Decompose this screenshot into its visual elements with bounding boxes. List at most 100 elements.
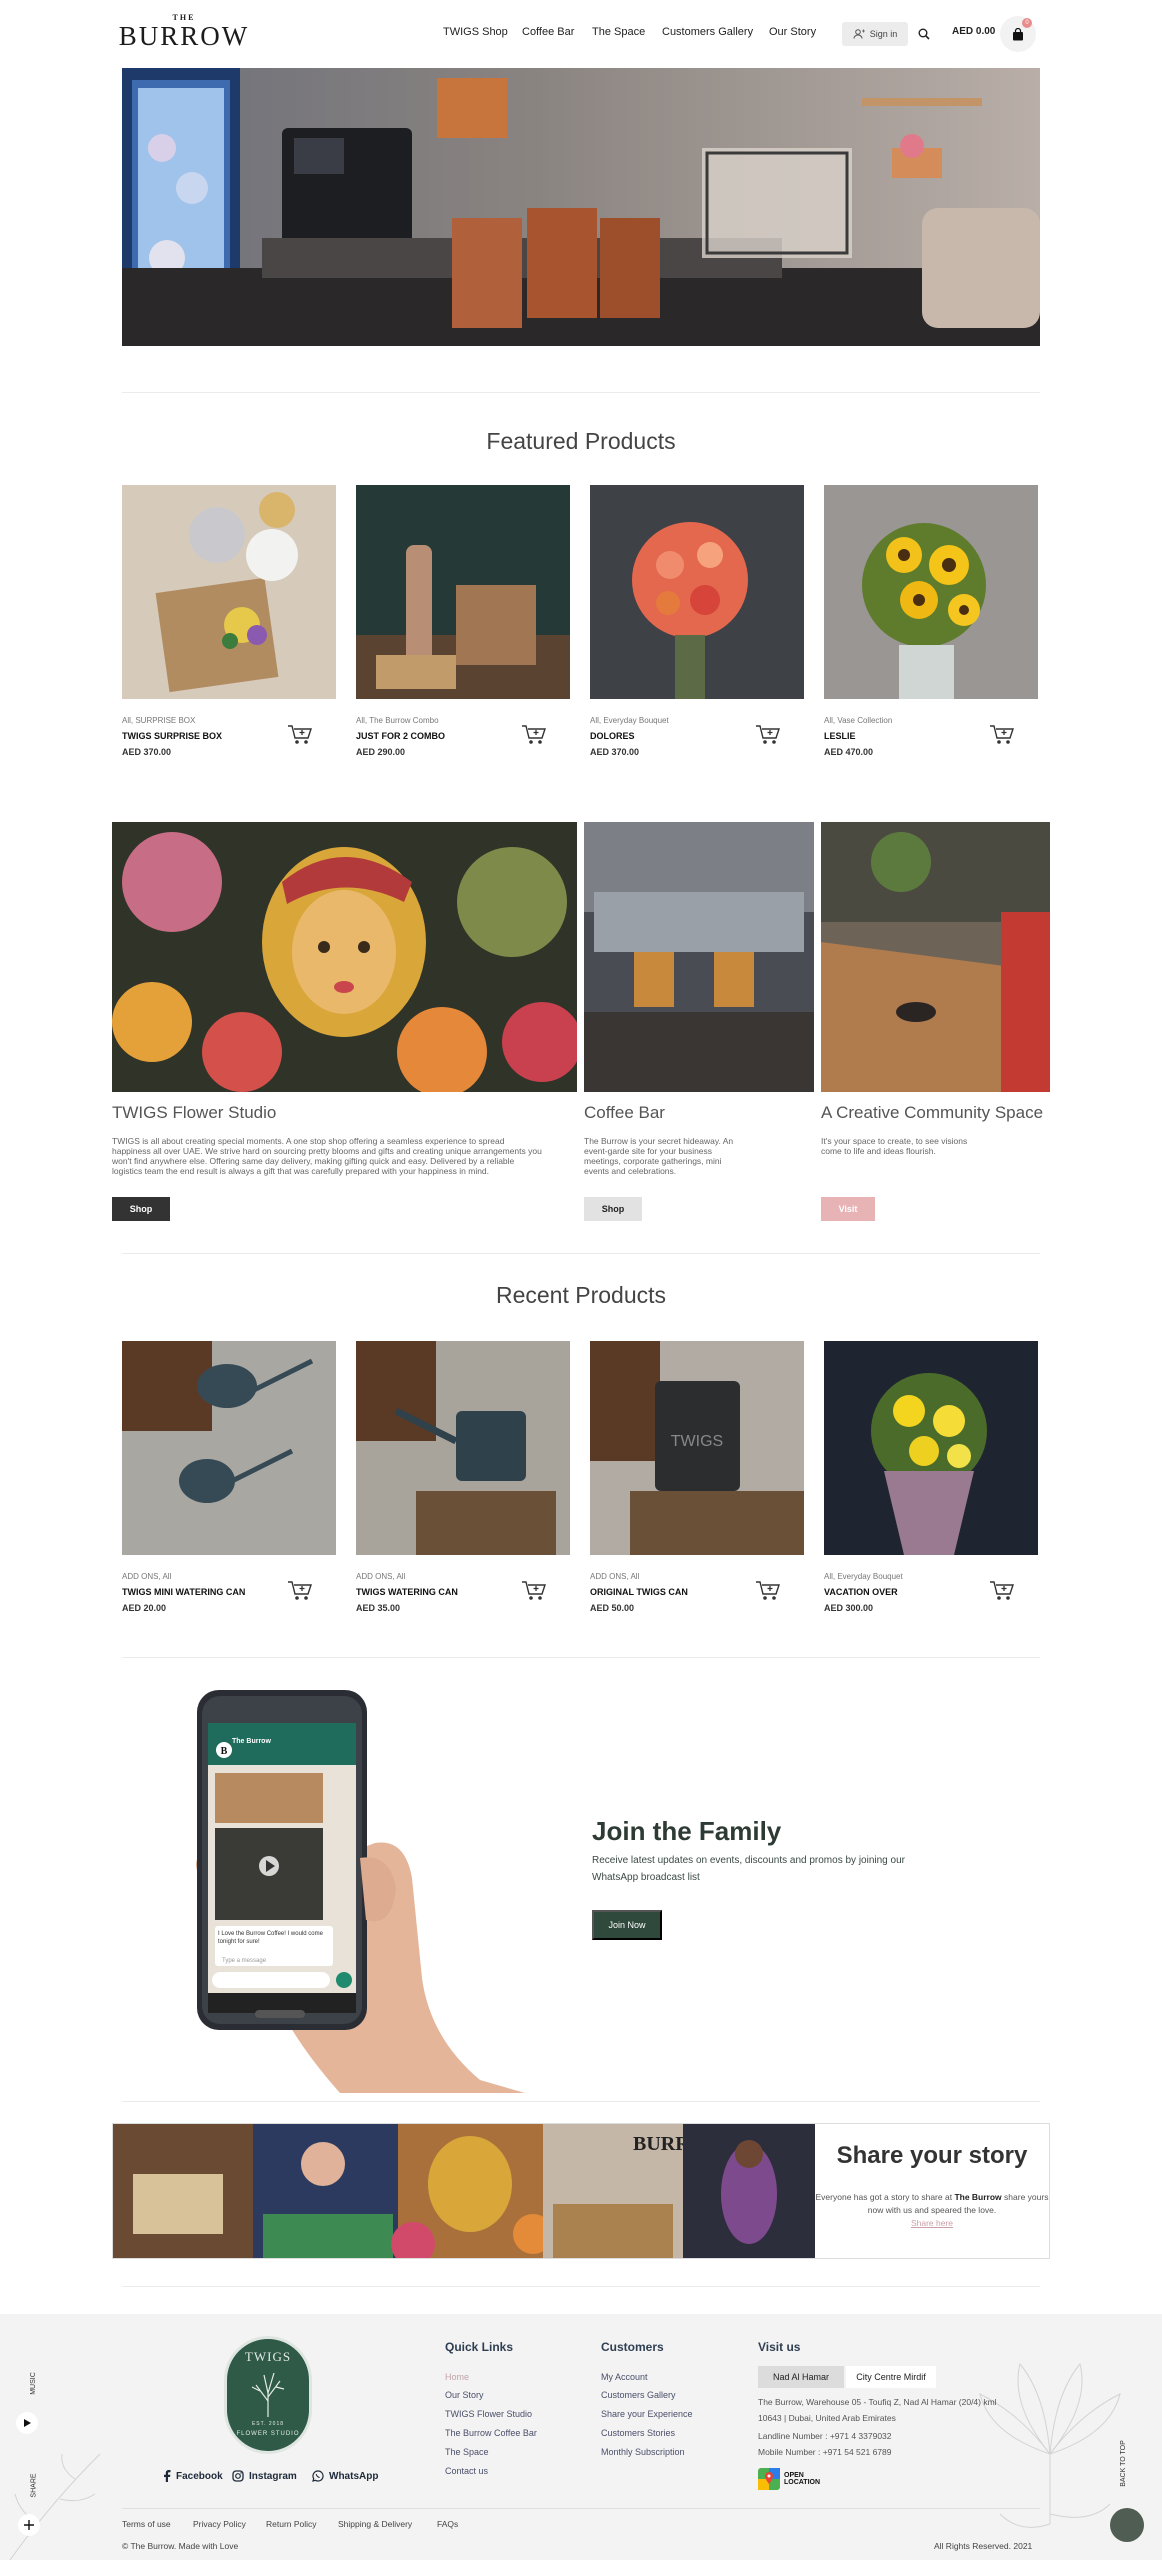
add-to-cart-icon[interactable] [755, 724, 781, 746]
nav-customers-gallery[interactable]: Customers Gallery [662, 26, 753, 38]
footer-link-the-space[interactable]: The Space [445, 2447, 489, 2457]
product-category[interactable]: All, SURPRISE BOX [122, 716, 195, 725]
footer-link-home[interactable]: Home [445, 2372, 469, 2382]
add-to-cart-icon[interactable] [989, 724, 1015, 746]
product-category[interactable]: ADD ONS, All [122, 1572, 171, 1581]
footer-link-flower-studio[interactable]: TWIGS Flower Studio [445, 2409, 532, 2419]
sign-in-button[interactable]: Sign in [842, 22, 908, 46]
share-here-link[interactable]: Share here [911, 2218, 953, 2228]
footer-link-my-account[interactable]: My Account [601, 2372, 648, 2382]
store-address: The Burrow, Warehouse 05 - Toufiq Z, Nad… [758, 2397, 997, 2423]
community-table-photo [821, 822, 1050, 1092]
footer-link-coffee-bar[interactable]: The Burrow Coffee Bar [445, 2428, 537, 2438]
community-space-image[interactable] [821, 822, 1050, 1092]
coffee-bar-shop-button[interactable]: Shop [584, 1197, 642, 1221]
instagram-link[interactable]: Instagram [232, 2470, 297, 2482]
dolores-bouquet-photo [590, 485, 804, 699]
nav-coffee-bar[interactable]: Coffee Bar [522, 26, 574, 38]
nav-twigs-shop[interactable]: TWIGS Shop [443, 26, 508, 38]
nav-our-story[interactable]: Our Story [769, 26, 816, 38]
product-name[interactable]: DOLORES [590, 731, 635, 741]
plus-icon [24, 2520, 34, 2530]
product-name[interactable]: JUST FOR 2 COMBO [356, 731, 445, 741]
product-name[interactable]: TWIGS SURPRISE BOX [122, 731, 222, 741]
footer-link-customers-stories[interactable]: Customers Stories [601, 2428, 675, 2438]
product-category[interactable]: All, Vase Collection [824, 716, 892, 725]
product-category[interactable]: ADD ONS, All [590, 1572, 639, 1581]
footer-link-faqs[interactable]: FAQs [437, 2519, 458, 2529]
add-to-cart-icon[interactable] [521, 1580, 547, 1602]
svg-text:TWIGS: TWIGS [671, 1433, 723, 1450]
back-to-top-button[interactable] [1110, 2508, 1144, 2542]
add-to-cart-icon[interactable] [521, 724, 547, 746]
share-story-brand: The Burrow [954, 2192, 1002, 2202]
user-icon [853, 29, 865, 39]
mini-watering-can-photo [122, 1341, 336, 1555]
phone-input-placeholder: Type a message [222, 1958, 267, 1964]
hero-banner [122, 68, 1040, 346]
product-image[interactable] [824, 1341, 1038, 1555]
share-button[interactable] [18, 2514, 40, 2536]
add-to-cart-icon[interactable] [755, 1580, 781, 1602]
product-image[interactable] [590, 485, 804, 699]
whatsapp-link[interactable]: WhatsApp [312, 2470, 378, 2482]
product-image[interactable] [122, 1341, 336, 1555]
add-to-cart-icon[interactable] [287, 724, 313, 746]
music-play-button[interactable] [16, 2412, 38, 2434]
open-location-link[interactable]: OPEN LOCATION [758, 2468, 824, 2490]
product-category[interactable]: All, The Burrow Combo [356, 716, 439, 725]
join-now-button[interactable]: Join Now [592, 1910, 662, 1940]
product-name[interactable]: ORIGINAL TWIGS CAN [590, 1587, 688, 1597]
instagram-label: Instagram [249, 2470, 297, 2482]
category-description: It's your space to create, to see vision… [821, 1136, 968, 1156]
footer-link-contact[interactable]: Contact us [445, 2466, 488, 2476]
add-to-cart-icon[interactable] [287, 1580, 313, 1602]
product-image[interactable] [356, 1341, 570, 1555]
product-image[interactable] [356, 485, 570, 699]
product-name[interactable]: VACATION OVER [824, 1587, 898, 1597]
sign-in-label: Sign in [869, 29, 898, 39]
facebook-link[interactable]: Facebook [162, 2470, 223, 2482]
shopping-bag-icon [1013, 27, 1023, 40]
product-image[interactable]: TWIGS [590, 1341, 804, 1555]
flower-wall-photo [112, 822, 577, 1092]
footer-link-share-experience[interactable]: Share your Experience [601, 2409, 693, 2419]
product-image[interactable] [824, 485, 1038, 699]
footer-link-customers-gallery[interactable]: Customers Gallery [601, 2390, 676, 2400]
coffee-bar-image[interactable] [584, 822, 814, 1092]
footer-link-privacy[interactable]: Privacy Policy [193, 2519, 246, 2529]
product-name[interactable]: LESLIE [824, 731, 856, 741]
footer-link-monthly-subscription[interactable]: Monthly Subscription [601, 2447, 685, 2457]
category-title: A Creative Community Space [821, 1103, 1044, 1122]
vacation-over-bouquet-photo [824, 1341, 1038, 1555]
product-name[interactable]: TWIGS WATERING CAN [356, 1587, 458, 1597]
combo-photo [356, 485, 570, 699]
logo[interactable]: THE BURROW [116, 14, 252, 51]
play-icon [24, 2419, 31, 2427]
footer-link-our-story[interactable]: Our Story [445, 2390, 484, 2400]
map-pin-icon [758, 2468, 780, 2490]
footer-link-return[interactable]: Return Policy [266, 2519, 317, 2529]
featured-products-title: Featured Products [486, 428, 676, 454]
product-category[interactable]: ADD ONS, All [356, 1572, 405, 1581]
community-space-visit-button[interactable]: Visit [821, 1197, 875, 1221]
product-category[interactable]: All, Everyday Bouquet [824, 1572, 903, 1581]
search-icon[interactable] [918, 28, 930, 40]
tab-nad-al-hamar[interactable]: Nad Al Hamar [758, 2366, 844, 2388]
product-image[interactable] [122, 485, 336, 699]
product-category[interactable]: All, Everyday Bouquet [590, 716, 669, 725]
footer-link-shipping[interactable]: Shipping & Delivery [338, 2519, 412, 2529]
flower-studio-shop-button[interactable]: Shop [112, 1197, 170, 1221]
mobile-number: Mobile Number : +971 54 521 6789 [758, 2447, 892, 2457]
category-description: TWIGS is all about creating special mome… [112, 1136, 542, 1176]
add-to-cart-icon[interactable] [989, 1580, 1015, 1602]
leaf-branch-decoration [9, 2453, 101, 2560]
tab-city-centre-mirdif[interactable]: City Centre Mirdif [846, 2366, 936, 2388]
flower-studio-image[interactable] [112, 822, 577, 1092]
footer-link-terms[interactable]: Terms of use [122, 2519, 171, 2529]
nav-the-space[interactable]: The Space [592, 26, 645, 38]
product-price: AED 370.00 [122, 747, 172, 757]
product-price: AED 370.00 [590, 747, 640, 757]
cafe-interior-image [122, 68, 1040, 346]
product-name[interactable]: TWIGS MINI WATERING CAN [122, 1587, 245, 1597]
